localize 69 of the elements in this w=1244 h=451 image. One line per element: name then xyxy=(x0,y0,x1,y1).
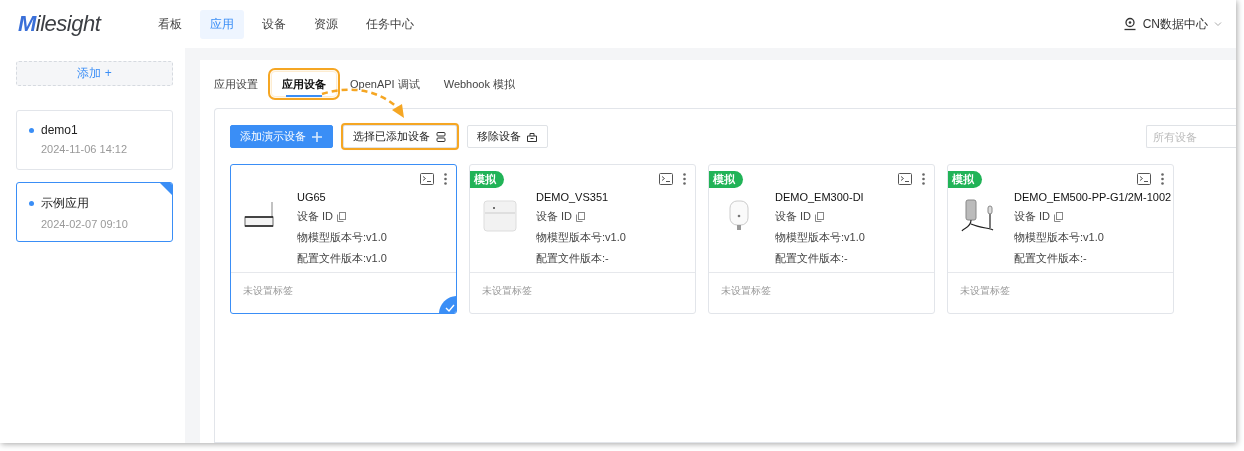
more-icon xyxy=(1161,173,1164,185)
device-card[interactable]: 模拟 DEMO_EM500-PP-G1/2M-1002 设备 ID 物模型版本号:v1.0 配置文件版本:- 未设置标签 xyxy=(947,164,1174,314)
selected-corner xyxy=(160,183,172,195)
box-drawing xyxy=(483,200,517,232)
tag-placeholder: 未设置标签 xyxy=(721,285,771,296)
model-version: 物模型版本号:v1.0 xyxy=(1014,230,1105,245)
nav-tab[interactable]: 看板 xyxy=(148,9,192,39)
config-version: 配置文件版本:v1.0 xyxy=(297,251,387,266)
toolbar-button[interactable]: 移除设备 xyxy=(467,125,548,148)
terminal-icon xyxy=(898,173,912,185)
terminal-icon xyxy=(420,173,434,185)
bullet-dot xyxy=(29,127,34,133)
terminal-icon xyxy=(1137,173,1151,185)
more-icon xyxy=(444,173,447,185)
tab[interactable]: OpenAPI 调试 xyxy=(340,72,430,96)
nav-tab[interactable]: 设备 xyxy=(252,9,296,39)
model-version: 物模型版本号:v1.0 xyxy=(536,230,626,245)
nav-tab[interactable]: 资源 xyxy=(304,9,348,39)
copy-icon xyxy=(337,211,347,222)
bullet-dot xyxy=(29,201,34,206)
copy-icon xyxy=(576,211,586,222)
device-card[interactable]: 模拟 DEMO_EM300-DI 设备 ID 物模型版本号:v1.0 配置文件版本:- 未设置标签 xyxy=(708,164,935,314)
app-card[interactable]: demo1 2024-11-06 14:12 xyxy=(16,110,173,170)
device-name: DEMO_EM300-DI xyxy=(775,191,865,203)
tag-placeholder: 未设置标签 xyxy=(243,285,293,296)
copy-icon xyxy=(815,211,825,222)
terminal-icon xyxy=(659,173,673,185)
device-name: DEMO_EM500-PP-G1/2M-1002 xyxy=(1014,191,1172,203)
config-version: 配置文件版本:- xyxy=(1014,251,1088,266)
app-date: 2024-02-07 09:10 xyxy=(41,218,129,230)
logo: Milesight xyxy=(18,11,103,37)
simulated-badge: 模拟 xyxy=(948,170,982,188)
tag-placeholder: 未设置标签 xyxy=(482,285,532,296)
device-card[interactable]: 模拟 DEMO_VS351 设备 ID 物模型版本号:v1.0 配置文件版本:- 未设置标签 xyxy=(469,164,696,314)
config-version: 配置文件版本:- xyxy=(536,251,610,266)
probe-drawing xyxy=(961,199,994,232)
simulated-badge: 模拟 xyxy=(470,170,504,188)
region-label[interactable]: CN数据中心 xyxy=(1142,15,1208,33)
selected-check-icon xyxy=(439,296,456,313)
device-name: DEMO_VS351 xyxy=(536,191,610,203)
device-card[interactable]: UG65 设备 ID 物模型版本号:v1.0 配置文件版本:v1.0 未设置标签 xyxy=(230,164,457,314)
more-icon xyxy=(922,173,925,185)
more-icon xyxy=(683,173,686,185)
app-date: 2024-11-06 14:12 xyxy=(41,143,129,155)
sensor-drawing xyxy=(729,200,749,230)
gateway-drawing xyxy=(244,201,274,227)
device-name: UG65 xyxy=(297,191,327,203)
filter-field[interactable]: 所有设备 xyxy=(1146,125,1236,148)
chevron-down-icon xyxy=(1214,21,1222,27)
device-id-label: 设备 ID xyxy=(775,209,812,224)
config-version: 配置文件版本:- xyxy=(775,251,849,266)
tab[interactable]: 应用设置 xyxy=(214,72,268,96)
nav-tab[interactable]: 任务中心 xyxy=(356,9,424,39)
plus-icon xyxy=(311,130,323,143)
device-id-label: 设备 ID xyxy=(297,209,334,224)
simulated-badge: 模拟 xyxy=(709,170,743,188)
model-version: 物模型版本号:v1.0 xyxy=(297,230,387,245)
toolbar-button[interactable]: 选择已添加设备 xyxy=(343,125,457,148)
device-id-label: 设备 ID xyxy=(536,209,573,224)
tab[interactable]: Webhook 模拟 xyxy=(433,72,526,96)
copy-icon xyxy=(1054,211,1064,222)
device-id-label: 设备 ID xyxy=(1014,209,1051,224)
app-name: 示例应用 xyxy=(41,195,89,212)
app-card[interactable]: 示例应用 2024-02-07 09:10 xyxy=(16,182,173,242)
model-version: 物模型版本号:v1.0 xyxy=(775,230,865,245)
app-name: demo1 xyxy=(41,123,78,137)
tag-placeholder: 未设置标签 xyxy=(960,285,1010,296)
location-icon xyxy=(1122,17,1137,31)
list-icon xyxy=(435,130,447,143)
